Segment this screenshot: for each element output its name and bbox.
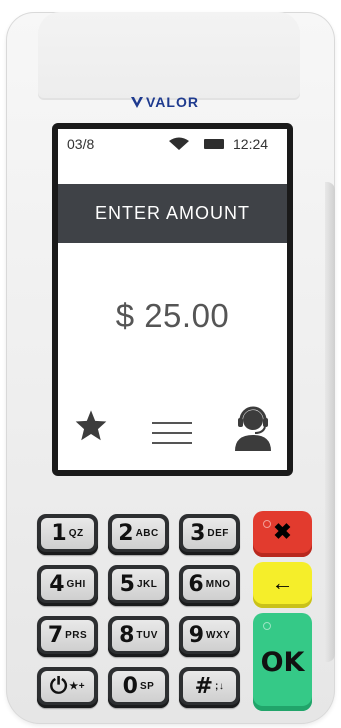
clear-key[interactable]: ← [253,562,312,608]
ok-key[interactable]: OK [253,613,312,711]
keypad-key-7[interactable]: 8 TUV [108,616,169,657]
keycap: ⏻ ★+ [41,671,94,702]
battery-icon [204,139,224,149]
screen-title-bar: ENTER AMOUNT [58,184,287,243]
menu-icon[interactable] [152,421,192,445]
keypad-key-3[interactable]: 4 GHI [37,565,98,606]
clear-key-symbol: ← [271,570,294,595]
key-letters: SP [139,681,155,692]
key-digit: 8 [119,623,135,648]
keypad-key-0[interactable]: 1 QZ [37,514,98,555]
ok-key-label: OK [260,646,305,678]
cancel-key-symbol: ✖ [273,519,292,544]
key-digit: 2 [118,521,134,546]
screen-title: ENTER AMOUNT [94,203,250,223]
keycap: 3 DEF [183,518,236,549]
key-digit: # [194,674,214,699]
key-digit: 7 [47,623,64,648]
key-digit: ⏻ [49,674,68,699]
keycap: 1 QZ [41,518,94,549]
keypad-key-1[interactable]: 2 ABC [108,514,169,555]
brand-logo: VALOR [130,93,220,111]
key-digit: 0 [122,674,138,699]
key-letters: ★+ [69,681,86,692]
keypad-key-8[interactable]: 9 WXY [179,616,240,657]
status-time: 12:24 [233,136,269,152]
keypad-key-6[interactable]: 7 PRS [37,616,98,657]
star-icon[interactable] [74,409,108,441]
keycap: 4 GHI [41,569,94,600]
keycap: 5 JKL [112,569,165,600]
device-side [325,182,335,662]
status-date: 03/8 [67,136,95,152]
key-digit: 3 [190,521,206,546]
keycap: # ;↓ [183,671,236,702]
keypad-key-9[interactable]: ⏻ ★+ [37,667,98,708]
cancel-key[interactable]: ✖ [253,511,312,557]
amount-display: $ 25.00 [115,297,230,334]
brand-logo-text: VALOR [146,94,199,110]
keypad-key-4[interactable]: 5 JKL [108,565,169,606]
key-letters: JKL [136,579,158,590]
keypad-key-5[interactable]: 6 MNO [179,565,240,606]
keycap: 9 WXY [183,620,236,651]
status-bar: 03/8 12:24 [58,129,287,157]
key-letters: WXY [206,630,231,641]
printer-lid [38,12,300,100]
keycap: 2 ABC [112,518,165,549]
key-letters: MNO [205,579,231,590]
key-digit: 6 [188,572,204,597]
wifi-icon [169,137,189,150]
key-letters: GHI [66,579,86,590]
key-digit: 1 [51,521,67,546]
key-letters: QZ [68,528,84,539]
key-digit: 4 [49,572,65,597]
key-letters: ;↓ [215,681,225,692]
keycap: 8 TUV [112,620,165,651]
keycap: 6 MNO [183,569,236,600]
key-letters: TUV [136,630,158,641]
key-digit: 9 [188,623,205,648]
display-screen: 03/8 12:24 ENTER AMOUNT $ 25.00 [58,129,287,470]
support-agent-icon[interactable] [233,405,273,451]
key-letters: ABC [135,528,159,539]
keypad-key-2[interactable]: 3 DEF [179,514,240,555]
valor-logo-icon [131,97,143,108]
keypad-key-11[interactable]: # ;↓ [179,667,240,708]
key-digit: 5 [119,572,135,597]
key-letters: PRS [65,630,88,641]
keycap: 0 SP [112,671,165,702]
keypad-key-10[interactable]: 0 SP [108,667,169,708]
keycap: 7 PRS [41,620,94,651]
key-letters: DEF [207,528,229,539]
